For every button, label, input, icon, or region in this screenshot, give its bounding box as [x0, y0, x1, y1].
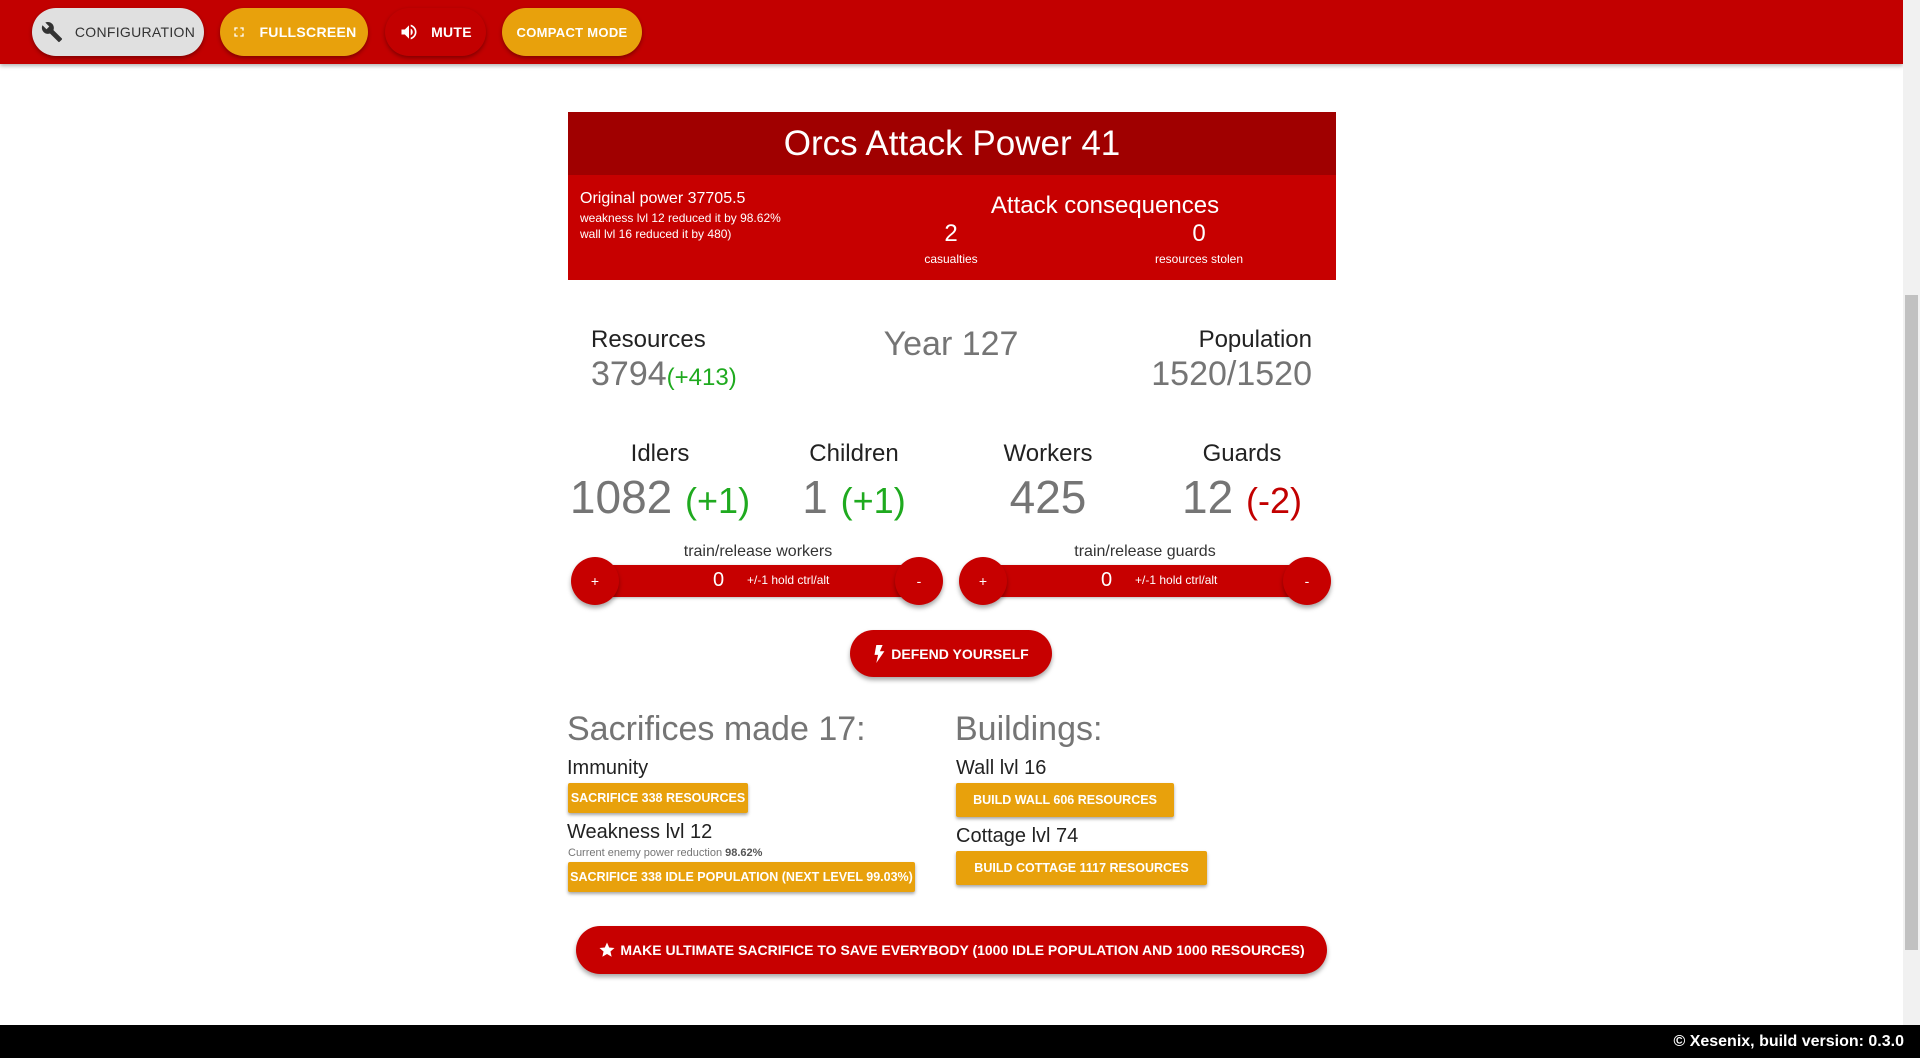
- guards-value: 12 (-2): [1132, 470, 1352, 524]
- attack-panel: Orcs Attack Power 41 Original power 3770…: [568, 112, 1336, 280]
- train-workers-plus-button[interactable]: +: [571, 557, 619, 605]
- guards-delta: (-2): [1245, 480, 1302, 521]
- configuration-label: Configuration: [74, 24, 196, 40]
- ultimate-sacrifice-label: Make ultimate sacrifice to save everybod…: [620, 942, 1305, 958]
- sacrifice-idle-population-button[interactable]: Sacrifice 338 idle population (next leve…: [568, 862, 915, 892]
- original-power: Original power 37705.5: [580, 190, 746, 207]
- train-workers-value: 0: [713, 569, 725, 591]
- train-workers-label: train/release workers: [683, 543, 833, 560]
- children-delta: (+1): [840, 480, 906, 521]
- cottage-label: Cottage lvl 74: [956, 825, 1079, 847]
- resources-amount: 3794: [591, 355, 667, 393]
- children-count: 1: [802, 471, 828, 523]
- idlers-delta: (+1): [685, 480, 751, 521]
- casualties-value: 2: [944, 220, 958, 247]
- mute-button[interactable]: Mute: [385, 8, 486, 56]
- year-display: Year 127: [883, 325, 1019, 363]
- guards-label: Guards: [1202, 440, 1282, 467]
- footer: © Xesenix, build version: 0.3.0: [0, 1025, 1920, 1058]
- attack-title: Orcs Attack Power 41: [568, 112, 1336, 175]
- resources-value: 3794(+413): [591, 355, 737, 394]
- children-label: Children: [809, 440, 899, 467]
- build-version: © Xesenix, build version: 0.3.0: [1673, 1033, 1904, 1050]
- immunity-label: Immunity: [567, 757, 649, 779]
- resources-stolen-label: resources stolen: [1154, 252, 1244, 266]
- idlers-count: 1082: [569, 471, 673, 523]
- workers-value: 425: [1009, 471, 1087, 523]
- train-guards-value: 0: [1101, 569, 1113, 591]
- fullscreen-button[interactable]: Fullscreen: [220, 8, 368, 56]
- train-guards-plus-button[interactable]: +: [959, 557, 1007, 605]
- train-guards-hint: +/-1 hold ctrl/alt: [1135, 573, 1218, 587]
- ultimate-sacrifice-button[interactable]: Make ultimate sacrifice to save everybod…: [576, 926, 1327, 974]
- build-wall-button[interactable]: Build wall 606 resources: [956, 783, 1174, 817]
- resources-label: Resources: [591, 326, 706, 353]
- idlers-value: 1082 (+1): [550, 470, 770, 524]
- idlers-label: Idlers: [630, 440, 690, 467]
- sacrifices-title: Sacrifices made 17:: [567, 710, 866, 748]
- train-guards-label: train/release guards: [1074, 543, 1216, 560]
- wall-label: Wall lvl 16: [956, 757, 1047, 779]
- train-workers-minus-button[interactable]: -: [895, 557, 943, 605]
- weakness-label: Weakness lvl 12: [567, 821, 713, 843]
- population-label: Population: [1198, 326, 1312, 353]
- resources-delta: (+413): [666, 364, 737, 391]
- mute-label: Mute: [431, 24, 472, 40]
- buildings-title: Buildings:: [955, 710, 1103, 748]
- star-icon: [598, 941, 616, 959]
- workers-label: Workers: [1003, 440, 1093, 467]
- guards-count: 12: [1182, 471, 1234, 523]
- resources-stolen-value: 0: [1192, 220, 1206, 247]
- compact-mode-button[interactable]: Compact mode: [502, 8, 642, 56]
- population-value: 1520/1520: [1151, 355, 1312, 393]
- train-guards-minus-button[interactable]: -: [1283, 557, 1331, 605]
- children-value: 1 (+1): [744, 470, 964, 524]
- wrench-icon: [41, 21, 63, 43]
- compact-mode-label: Compact mode: [516, 24, 628, 40]
- fullscreen-icon: [231, 24, 247, 40]
- top-toolbar: Configuration Fullscreen Mute Compact mo…: [0, 0, 1903, 64]
- fullscreen-label: Fullscreen: [259, 24, 357, 40]
- volume-icon: [399, 22, 419, 42]
- defend-yourself-label: Defend yourself: [891, 645, 1029, 662]
- scrollbar-thumb[interactable]: [1905, 295, 1918, 950]
- weakness-note-value: 98.62%: [725, 847, 763, 859]
- attack-consequences-title: Attack consequences: [990, 192, 1220, 219]
- weakness-reduction-note: Current enemy power reduction 98.62%: [568, 847, 762, 859]
- sacrifice-resources-button[interactable]: Sacrifice 338 resources: [568, 783, 748, 813]
- wall-reduction-note: wall lvl 16 reduced it by 480): [580, 227, 732, 241]
- weakness-note-text: Current enemy power reduction: [568, 847, 723, 859]
- configuration-button[interactable]: Configuration: [32, 8, 204, 56]
- build-cottage-button[interactable]: Build cottage 1117 resources: [956, 851, 1207, 885]
- weakness-reduction-note: weakness lvl 12 reduced it by 98.62%: [580, 211, 781, 225]
- defend-yourself-button[interactable]: Defend yourself: [850, 630, 1052, 677]
- train-workers-slider[interactable]: 0 +/-1 hold ctrl/alt: [592, 565, 922, 597]
- train-guards-slider[interactable]: 0 +/-1 hold ctrl/alt: [980, 565, 1310, 597]
- casualties-label: casualties: [924, 252, 978, 266]
- bolt-icon: [873, 644, 885, 663]
- train-workers-hint: +/-1 hold ctrl/alt: [747, 573, 830, 587]
